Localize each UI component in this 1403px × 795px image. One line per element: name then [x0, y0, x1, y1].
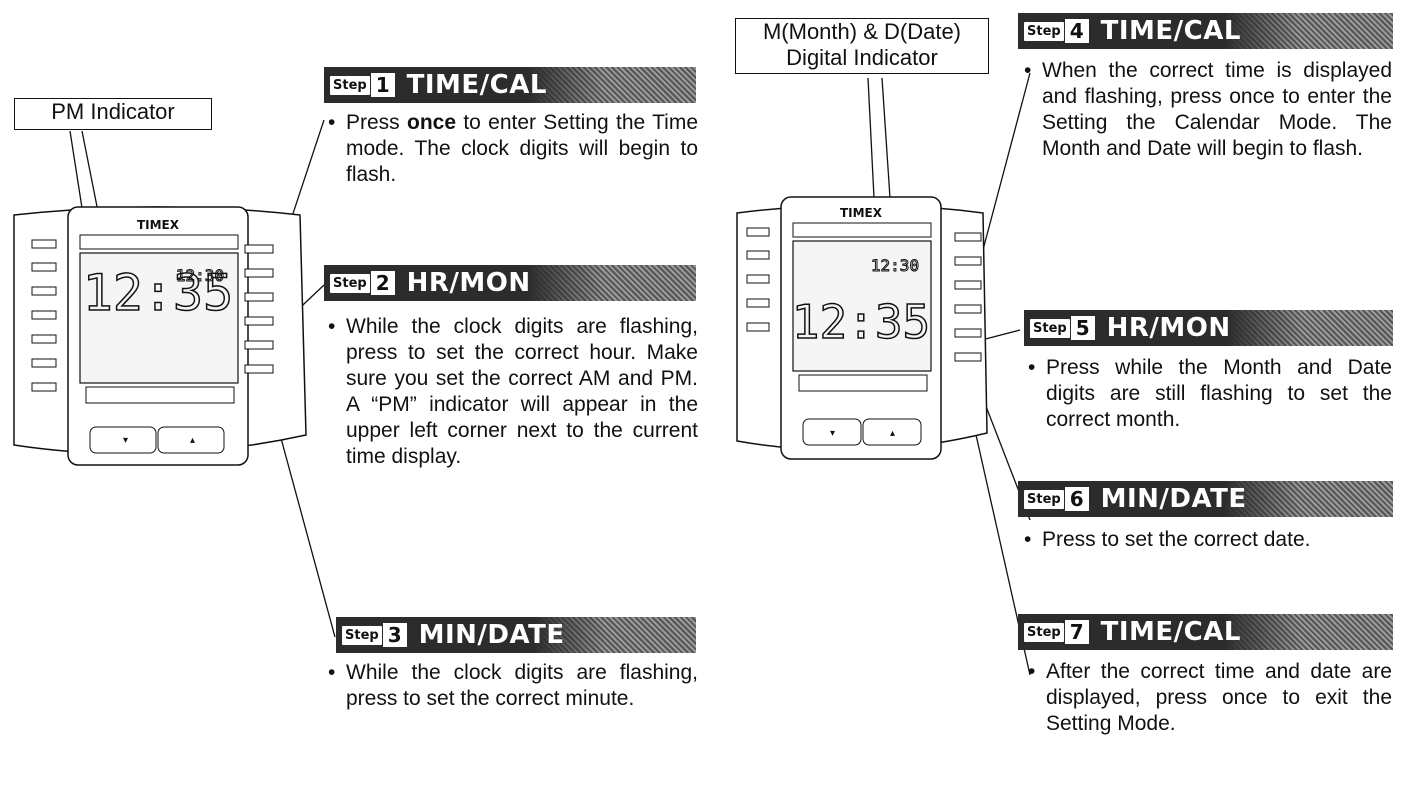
left-brand: TIMEX	[137, 218, 180, 232]
step-7-body: • After the correct time and date are dis…	[1028, 660, 1392, 735]
left-small-digits: 12:30	[176, 266, 224, 285]
step-6-word: Step	[1024, 489, 1064, 509]
step-2-number: 2	[370, 271, 395, 295]
left-clock-device: TIMEX 12:35 12:30 ▾ ▴	[13, 206, 307, 466]
step-6-number: 6	[1064, 487, 1089, 511]
step-4-title: TIME/CAL	[1100, 16, 1241, 46]
pm-indicator-text: PM Indicator	[51, 99, 175, 124]
step-2-body: • While the clock digits are flashing, pr…	[328, 315, 698, 468]
step-7-title: TIME/CAL	[1100, 617, 1241, 647]
step-4-body: • When the correct time is displayed and …	[1024, 59, 1392, 160]
pm-indicator-label: PM Indicator	[14, 98, 212, 130]
right-big-digits: 12:35	[792, 295, 930, 349]
md-indicator-line1: M(Month) & D(Date)	[762, 19, 962, 44]
step-7-text: After the correct time and date are disp…	[1046, 660, 1392, 735]
step-6-body: • Press to set the correct date.	[1024, 528, 1311, 551]
step-3-text: While the clock digits are flashing, pre…	[346, 661, 698, 710]
step-6-header: Step 6 MIN/DATE	[1018, 481, 1393, 517]
step-5-word: Step	[1030, 318, 1070, 338]
step-1-number: 1	[370, 73, 395, 97]
step-2-word: Step	[330, 273, 370, 293]
step-3-header: Step 3 MIN/DATE	[336, 617, 696, 653]
right-brand: TIMEX	[840, 206, 883, 220]
svg-text:▾: ▾	[830, 428, 835, 439]
svg-text:▴: ▴	[190, 435, 195, 446]
svg-text:▾: ▾	[123, 435, 128, 446]
md-indicator-line2: Digital Indicator	[786, 45, 938, 70]
step-4-text: When the correct time is displayed and f…	[1042, 59, 1392, 160]
md-indicator-label: M(Month) & D(Date) Digital Indicator	[735, 18, 989, 74]
right-clock-device: TIMEX 12:35 12:30 ▾ ▴	[736, 196, 988, 460]
step-5-body: • Press while the Month and Date digits a…	[1028, 356, 1392, 431]
step-3-title: MIN/DATE	[418, 620, 565, 650]
step-4-number: 4	[1064, 19, 1089, 43]
step-1-body: • Press once to enter Setting the Time mo…	[328, 111, 699, 186]
step-5-title: HR/MON	[1106, 313, 1231, 343]
step-7-header: Step 7 TIME/CAL	[1018, 614, 1393, 650]
step-1-text-bold: once	[407, 111, 457, 134]
svg-text:▴: ▴	[890, 428, 895, 439]
step-3-word: Step	[342, 625, 382, 645]
step-3-number: 3	[382, 623, 407, 647]
step-7-word: Step	[1024, 622, 1064, 642]
step-1-word: Step	[330, 75, 370, 95]
step-2-header: Step 2 HR/MON	[324, 265, 696, 301]
step-1-header: Step 1 TIME/CAL	[324, 67, 696, 103]
step-5-text: Press while the Month and Date digits ar…	[1046, 356, 1392, 431]
right-small-digits: 12:30	[871, 256, 919, 275]
step-5-header: Step 5 HR/MON	[1024, 310, 1393, 346]
step-4-word: Step	[1024, 21, 1064, 41]
step-5-number: 5	[1070, 316, 1095, 340]
step-1-title: TIME/CAL	[406, 70, 547, 100]
step-3-body: • While the clock digits are flashing, pr…	[328, 661, 698, 710]
step-4-header: Step 4 TIME/CAL	[1018, 13, 1393, 49]
step-1-text-pre: Press	[346, 111, 407, 134]
step-2-title: HR/MON	[406, 268, 531, 298]
step-6-text: Press to set the correct date.	[1042, 528, 1311, 551]
step-6-title: MIN/DATE	[1100, 484, 1247, 514]
step-7-number: 7	[1064, 620, 1089, 644]
step-2-text: While the clock digits are flashing, pre…	[346, 315, 698, 468]
